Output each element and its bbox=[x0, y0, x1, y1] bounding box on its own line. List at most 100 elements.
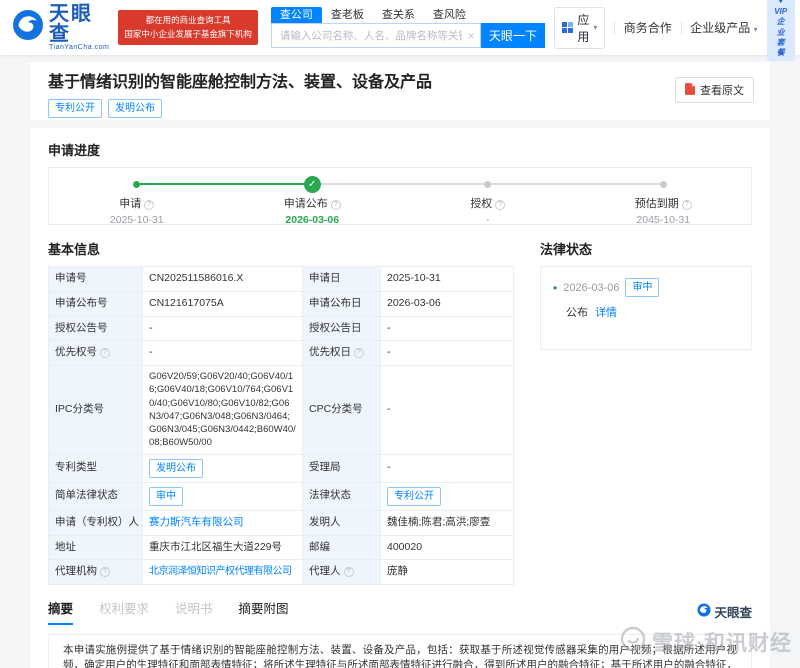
tianyancha-eye-icon bbox=[697, 603, 712, 620]
nav-enterprise-label: 企业级产品 bbox=[690, 21, 751, 35]
tab-abstract-figure[interactable]: 摘要附图 bbox=[239, 598, 289, 625]
cell-value: CN121617075A bbox=[142, 290, 303, 317]
search-tabs: 查公司 查老板 查关系 查风险 bbox=[270, 7, 545, 23]
cell-value: - bbox=[380, 315, 514, 342]
tianyancha-eye-icon bbox=[12, 9, 44, 46]
vip-line-1: ♦ VIP bbox=[774, 0, 788, 17]
table-row: 授权公告号 - 授权公告日 - bbox=[48, 315, 514, 342]
info-icon[interactable]: ? bbox=[144, 200, 155, 210]
apps-label: 应用 bbox=[577, 12, 590, 44]
info-icon[interactable]: ? bbox=[343, 567, 354, 578]
cell-label: 申请号 bbox=[48, 266, 143, 292]
cell-value: - bbox=[380, 365, 514, 455]
cell-label: CPC分类号 bbox=[302, 365, 381, 455]
search-box: × bbox=[270, 23, 481, 48]
search-tab-relation[interactable]: 查关系 bbox=[373, 7, 424, 23]
progress-step-apply: 申请? 2025-10-31 bbox=[49, 174, 225, 226]
pdf-icon bbox=[685, 82, 695, 98]
apps-menu[interactable]: 应用 ▾ bbox=[553, 6, 606, 49]
cell-value: 北京润泽恒知识产权代理有限公司 bbox=[142, 559, 303, 586]
basic-info-section-title: 基本信息 bbox=[48, 242, 101, 257]
invention-publish-tag: 发明公布 bbox=[108, 99, 162, 119]
cell-value: 发明公布 bbox=[142, 453, 303, 483]
progress-step-grant: 授权? - bbox=[400, 174, 576, 226]
cell-value: CN202511586016.X bbox=[142, 266, 303, 292]
view-original-button[interactable]: 查看原文 bbox=[675, 77, 754, 103]
cell-label: 地址 bbox=[48, 534, 143, 561]
cell-label: 受理局 bbox=[302, 453, 381, 483]
table-row: 地址 重庆市江北区福生大道229号 邮编 400020 bbox=[48, 534, 514, 561]
document-tabs: 摘要 权利要求 说明书 摘要附图 天眼查 bbox=[48, 598, 752, 626]
apps-grid-icon bbox=[561, 21, 574, 34]
view-original-label: 查看原文 bbox=[700, 85, 744, 97]
cell-value: 2026-03-06 bbox=[380, 290, 514, 317]
cell-value: - bbox=[142, 340, 303, 366]
search-tab-company[interactable]: 查公司 bbox=[270, 7, 322, 23]
progress-check-icon: ✓ bbox=[303, 175, 321, 193]
cell-label: 邮编 bbox=[302, 534, 381, 561]
legal-status-date: 2026-03-06 bbox=[563, 281, 620, 294]
search-tab-boss[interactable]: 查老板 bbox=[322, 7, 373, 23]
clear-search-icon[interactable]: × bbox=[467, 27, 475, 45]
progress-step-expire: 预估到期? 2045-10-31 bbox=[576, 174, 752, 226]
patent-detail-card: 申请进度 申请? 2025-10-31 ✓ 申请公布? 2026-03-06 授… bbox=[30, 128, 770, 668]
cell-label: 简单法律状态 bbox=[48, 481, 143, 511]
info-icon[interactable]: ? bbox=[330, 200, 341, 210]
tab-description[interactable]: 说明书 bbox=[175, 598, 213, 625]
applicant-link[interactable]: 赛力斯汽车有限公司 bbox=[149, 516, 244, 528]
simple-legal-status-tag: 审中 bbox=[149, 486, 183, 506]
cell-label: 申请公布号 bbox=[48, 290, 143, 317]
vip-badge[interactable]: ♦ VIP 企业套餐 bbox=[766, 0, 795, 61]
logo-title: 天眼查 bbox=[49, 3, 93, 45]
application-progress: 申请? 2025-10-31 ✓ 申请公布? 2026-03-06 授权? - … bbox=[48, 167, 752, 226]
nav-cooperation[interactable]: 商务合作 bbox=[624, 19, 672, 36]
table-row: 简单法律状态 审中 法律状态 专利公开 bbox=[48, 481, 514, 511]
tianyancha-logo[interactable]: 天眼查 TianYanCha.com bbox=[12, 4, 109, 51]
cell-value: 审中 bbox=[142, 481, 303, 511]
slogan-line-1: 都在用的商业查询工具 bbox=[145, 15, 231, 26]
table-row: 申请公布号 CN121617075A 申请公布日 2026-03-06 bbox=[48, 290, 514, 317]
info-icon[interactable]: ? bbox=[495, 200, 506, 210]
abstract-content: 本申请实施例提供了基于情绪识别的智能座舱控制方法、装置、设备及产品，包括：获取基… bbox=[48, 634, 752, 668]
tab-abstract[interactable]: 摘要 bbox=[48, 598, 74, 626]
search-tab-risk[interactable]: 查风险 bbox=[424, 7, 475, 23]
status-badge: 审中 bbox=[625, 278, 660, 297]
cell-value: 专利公开 bbox=[380, 481, 514, 511]
slogan-line-2: 国家中小企业发展子基金旗下机构 bbox=[124, 28, 252, 39]
address-value: 重庆市江北区福生大道229号 bbox=[142, 534, 303, 561]
cell-value: 2025-10-31 bbox=[380, 266, 514, 292]
table-row: 申请（专利权）人 赛力斯汽车有限公司 发明人 魏佳楠;陈君;高洪;廖壹 bbox=[48, 509, 514, 536]
search-button[interactable]: 天眼一下 bbox=[480, 23, 545, 48]
table-row: 申请号 CN202511586016.X 申请日 2025-10-31 bbox=[48, 266, 514, 292]
table-row: 代理机构? 北京润泽恒知识产权代理有限公司 代理人? 庞静 bbox=[48, 559, 514, 586]
cell-label: 申请公布日 bbox=[302, 290, 381, 317]
info-icon[interactable]: ? bbox=[354, 348, 364, 359]
table-row: IPC分类号 G06V20/59;G06V20/40;G06V40/16;G06… bbox=[48, 365, 514, 455]
cell-label: 法律状态 bbox=[302, 481, 381, 511]
nav-enterprise-products[interactable]: 企业级产品 ▾ bbox=[690, 19, 757, 36]
tab-claims[interactable]: 权利要求 bbox=[99, 598, 149, 625]
progress-dot-pending bbox=[484, 180, 492, 188]
cell-label: 授权公告号 bbox=[48, 315, 143, 342]
legal-action: 公布 bbox=[566, 307, 588, 319]
chevron-down-icon: ▾ bbox=[593, 23, 598, 32]
search-input[interactable] bbox=[271, 24, 480, 47]
search-area: 查公司 查老板 查关系 查风险 × 天眼一下 bbox=[270, 7, 545, 48]
info-icon[interactable]: ? bbox=[681, 200, 692, 210]
info-icon[interactable]: ? bbox=[100, 567, 110, 578]
cell-label: IPC分类号 bbox=[48, 365, 143, 455]
slogan-banner: 都在用的商业查询工具 国家中小企业发展子基金旗下机构 bbox=[118, 10, 258, 45]
patent-type-tag: 发明公布 bbox=[149, 458, 203, 478]
cell-label: 代理人? bbox=[302, 559, 381, 586]
agency-link[interactable]: 北京润泽恒知识产权代理有限公司 bbox=[149, 566, 292, 577]
postcode-value: 400020 bbox=[380, 534, 514, 561]
info-icon[interactable]: ? bbox=[100, 348, 110, 359]
ipc-codes-value: G06V20/59;G06V20/40;G06V40/16;G06V40/18;… bbox=[142, 365, 303, 455]
cell-label: 申请日 bbox=[302, 266, 381, 292]
cell-label: 代理机构? bbox=[48, 559, 143, 586]
logo-subtitle: TianYanCha.com bbox=[49, 44, 110, 51]
legal-detail-link[interactable]: 详情 bbox=[595, 307, 617, 319]
page-title: 基于情绪识别的智能座舱控制方法、装置、设备及产品 bbox=[48, 74, 433, 91]
tianyancha-watermark-logo: 天眼查 bbox=[697, 602, 752, 625]
patent-title-card: 基于情绪识别的智能座舱控制方法、装置、设备及产品 专利公开 发明公布 查看原文 bbox=[30, 62, 770, 120]
